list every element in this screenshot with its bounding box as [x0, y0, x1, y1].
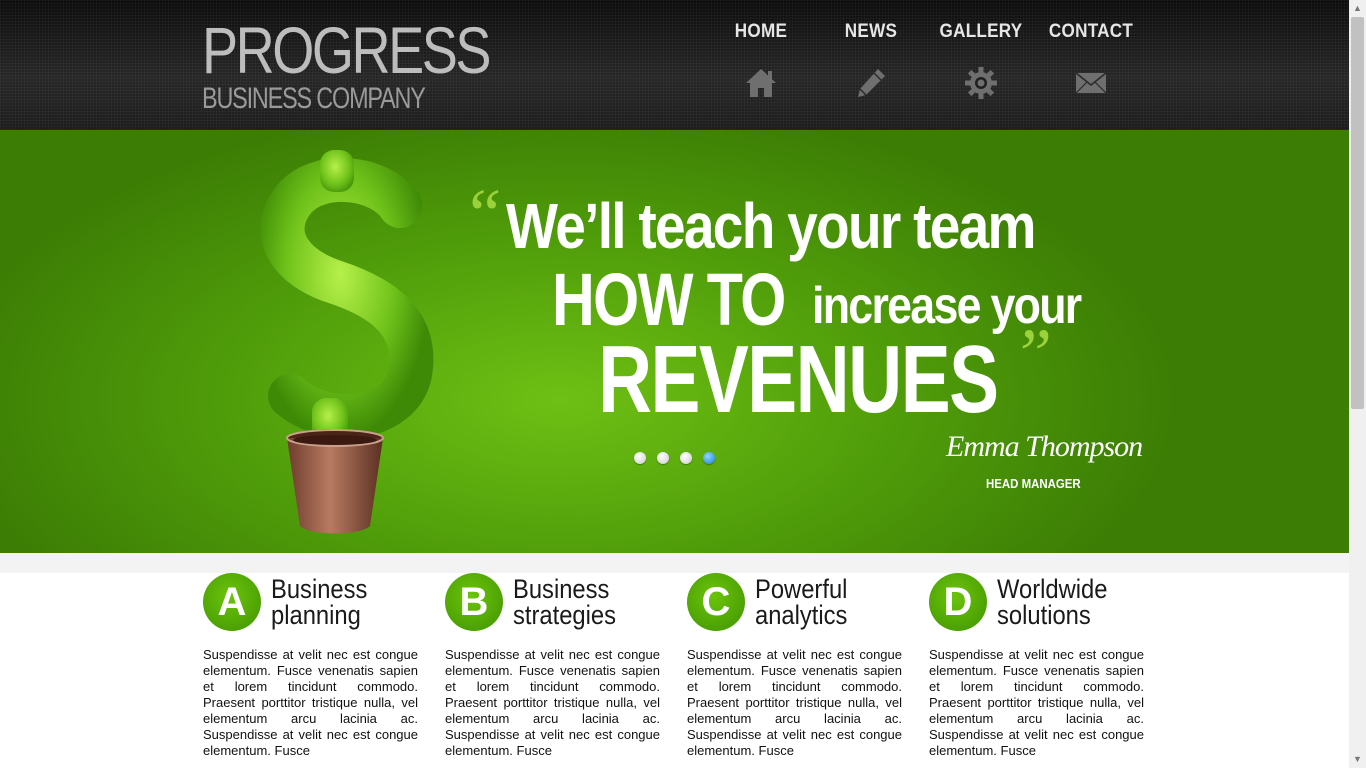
- nav-label-gallery: GALLERY: [939, 21, 1023, 42]
- slider-dot-2[interactable]: [657, 452, 669, 464]
- hero-line-1: We’ll teach your team: [506, 190, 1036, 262]
- feature-text-c: Suspendisse at velit nec est congue elem…: [687, 647, 902, 758]
- nav-label-news: NEWS: [844, 21, 898, 42]
- feature-title-b-line2: strategies: [513, 600, 617, 630]
- feature-title-b-line1: Business: [513, 574, 610, 604]
- vertical-scrollbar[interactable]: ▲ ▼: [1349, 0, 1366, 768]
- feature-badge-c: C: [687, 573, 745, 631]
- feature-title-a: Business planning: [271, 574, 429, 630]
- quote-open-mark: “: [462, 174, 503, 254]
- section-divider: [0, 553, 1349, 573]
- hero-slider: “ We’ll teach your team HOW TO increase …: [0, 130, 1349, 553]
- dollar-plant-image: [260, 150, 434, 534]
- feature-text-b: Suspendisse at velit nec est congue elem…: [445, 647, 660, 758]
- feature-badge-b: B: [445, 573, 503, 631]
- gear-icon: [965, 67, 997, 99]
- feature-badge-d: D: [929, 573, 987, 631]
- slider-dot-4[interactable]: [703, 452, 715, 464]
- home-icon: [746, 69, 776, 97]
- logo[interactable]: PROGRESS BUSINESS COMPANY: [202, 14, 502, 114]
- feature-badge-a: A: [203, 573, 261, 631]
- nav-item-gallery[interactable]: GALLERY: [926, 18, 1036, 100]
- scroll-thumb[interactable]: [1351, 17, 1364, 409]
- feature-title-b: Business strategies: [513, 574, 671, 630]
- logo-subtitle: BUSINESS COMPANY: [202, 82, 426, 115]
- feature-text-d: Suspendisse at velit nec est congue elem…: [929, 647, 1144, 758]
- logo-title: PROGRESS: [202, 13, 492, 87]
- feature-title-d: Worldwide solutions: [997, 574, 1155, 630]
- features-section: A Business planning Suspendisse at velit…: [0, 573, 1349, 768]
- nav-item-contact[interactable]: CONTACT: [1036, 18, 1146, 100]
- main-nav: HOME NEWS GALLERY CONTACT: [706, 18, 1146, 108]
- author-role: HEAD MANAGER: [986, 476, 1081, 491]
- slider-dot-3[interactable]: [680, 452, 692, 464]
- feature-text-a: Suspendisse at velit nec est congue elem…: [203, 647, 418, 758]
- feature-title-d-line1: Worldwide: [997, 574, 1108, 604]
- feature-title-a-line1: Business: [271, 574, 368, 604]
- feature-title-c-line1: Powerful: [755, 574, 848, 604]
- quote-close-mark: ”: [1012, 314, 1053, 394]
- nav-item-home[interactable]: HOME: [706, 18, 816, 100]
- slider-dot-1[interactable]: [634, 452, 646, 464]
- feature-title-a-line2: planning: [271, 600, 361, 630]
- feature-title-c-line2: analytics: [755, 600, 848, 630]
- author-signature: Emma Thompson: [946, 430, 1143, 463]
- scroll-up-arrow-icon[interactable]: ▲: [1349, 0, 1366, 17]
- nav-label-home: HOME: [734, 21, 788, 42]
- nav-label-contact: CONTACT: [1048, 21, 1134, 42]
- envelope-icon: [1075, 72, 1107, 94]
- slider-pagination: [634, 452, 715, 464]
- pencil-icon: [858, 69, 885, 97]
- hero-line-3: REVENUES: [598, 326, 999, 433]
- scroll-down-arrow-icon[interactable]: ▼: [1349, 751, 1366, 768]
- nav-item-news[interactable]: NEWS: [816, 18, 926, 100]
- feature-title-c: Powerful analytics: [755, 574, 913, 630]
- site-header: PROGRESS BUSINESS COMPANY HOME NEWS GALL…: [0, 0, 1349, 130]
- feature-title-d-line2: solutions: [997, 600, 1091, 630]
